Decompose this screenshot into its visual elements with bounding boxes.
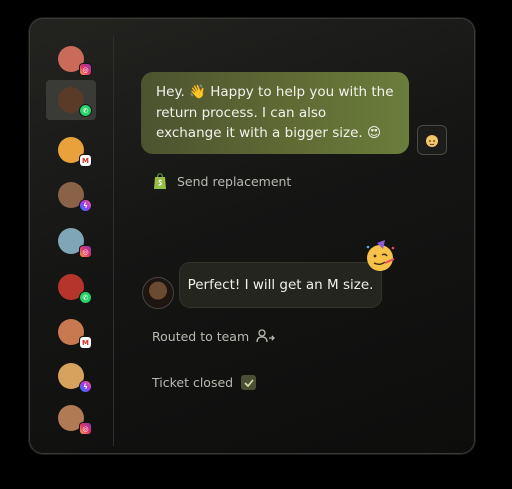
whatsapp-icon: ✆: [80, 105, 91, 116]
checkmark-icon: [241, 375, 257, 390]
agent-avatar: [417, 125, 447, 155]
contact-item-9[interactable]: ◎: [46, 398, 96, 438]
send-replacement-action[interactable]: Send replacement: [153, 173, 291, 190]
contact-item-2[interactable]: ✆: [46, 80, 96, 120]
gmail-icon: M: [80, 337, 91, 348]
avatar: ◎: [58, 405, 91, 434]
routed-label: Routed to team: [152, 328, 250, 344]
avatar: ϟ: [58, 363, 91, 392]
contact-item-7[interactable]: M: [46, 312, 96, 352]
avatar: ϟ: [58, 182, 91, 211]
contact-item-8[interactable]: ϟ: [46, 356, 96, 396]
agent-message-text: Hey. 👋 Happy to help you with the return…: [156, 84, 394, 141]
contact-sidebar: ◎ ✆ M ϟ ◎ ✆ M ϟ ◎: [29, 36, 114, 446]
agent-message-bubble: Hey. 👋 Happy to help you with the return…: [141, 72, 409, 154]
routed-to-team-status: Routed to team: [152, 328, 276, 344]
avatar: M: [58, 319, 91, 348]
contact-item-1[interactable]: ◎: [46, 39, 96, 79]
messenger-icon: ϟ: [80, 200, 91, 211]
contact-item-6[interactable]: ✆: [46, 267, 96, 307]
messenger-icon: ϟ: [80, 381, 91, 392]
instagram-icon: ◎: [80, 64, 91, 75]
instagram-icon: ◎: [80, 423, 91, 434]
contact-item-4[interactable]: ϟ: [46, 175, 96, 215]
agent-emoji-icon: [426, 135, 438, 147]
avatar: ✆: [58, 274, 91, 303]
contact-item-3[interactable]: M: [46, 130, 96, 170]
whatsapp-icon: ✆: [80, 292, 91, 303]
shopify-bag-icon: [154, 173, 166, 189]
gmail-icon: M: [80, 155, 91, 166]
avatar: ◎: [58, 228, 91, 257]
contact-item-5[interactable]: ◎: [46, 221, 96, 261]
customer-message-text: Perfect! I will get an M size.: [187, 277, 374, 293]
avatar: ✆: [58, 87, 91, 116]
ticket-closed-label: Ticket closed: [152, 375, 234, 390]
send-replacement-label: Send replacement: [177, 174, 292, 189]
customer-avatar: [142, 277, 174, 309]
avatar: M: [58, 137, 91, 166]
user-arrow-icon: [256, 329, 276, 343]
conversation-panel: ◎ ✆ M ϟ ◎ ✆ M ϟ ◎ Hey. 👋 Happy to help y…: [29, 18, 475, 454]
instagram-icon: ◎: [80, 246, 91, 257]
ticket-closed-status: Ticket closed: [152, 375, 257, 390]
party-face-emoji: [363, 239, 397, 277]
customer-message-bubble: Perfect! I will get an M size.: [179, 262, 382, 308]
avatar: ◎: [58, 46, 91, 75]
